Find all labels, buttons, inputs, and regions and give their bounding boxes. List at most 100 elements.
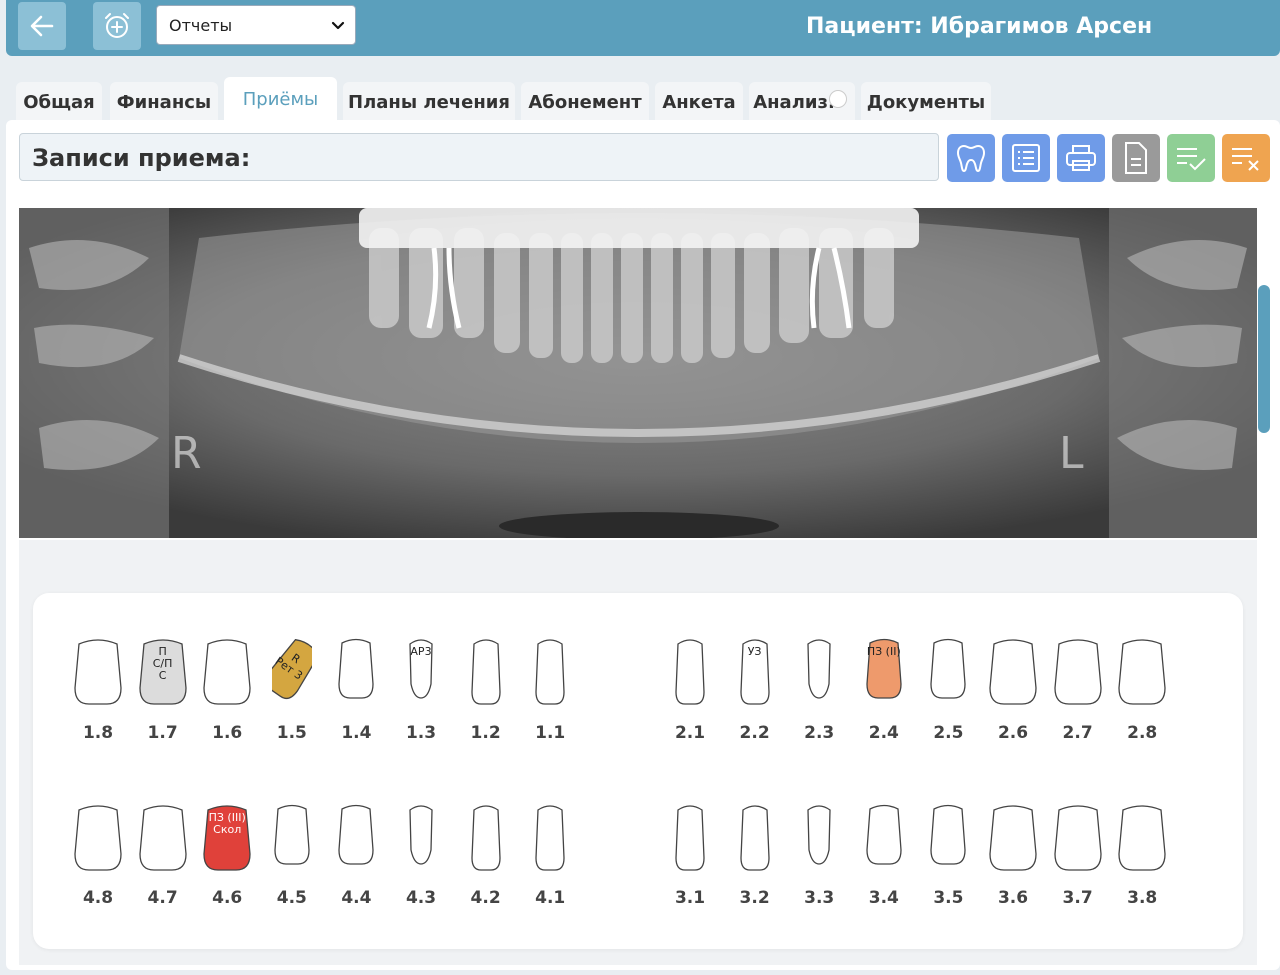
reports-select-value: Отчеты	[169, 15, 233, 35]
tooth-2-5[interactable]	[928, 638, 968, 700]
tooth-number-label: 2.3	[804, 723, 835, 743]
tooth-shape	[1118, 805, 1166, 871]
add-reminder-button[interactable]	[93, 2, 141, 50]
tooth-shape	[1053, 639, 1102, 705]
tooth-4-2[interactable]	[469, 804, 503, 872]
tooth-mark: ПЗ (II)	[866, 645, 901, 658]
tooth-number-label: 4.5	[276, 888, 307, 908]
tooth-4-4[interactable]	[336, 804, 376, 866]
list-icon	[1012, 144, 1040, 172]
tooth-2-8[interactable]	[1117, 638, 1167, 706]
arrow-left-icon	[30, 15, 54, 37]
tooth-number-label: 1.2	[470, 723, 501, 743]
tooth-number-label: 1.4	[341, 723, 372, 743]
tooth-mark: АР3	[410, 645, 432, 658]
tooth-shape	[203, 639, 251, 705]
xray-right-marker: R	[171, 428, 202, 479]
confirm-list-button[interactable]	[1167, 134, 1215, 182]
reports-select[interactable]: Отчеты	[156, 5, 356, 45]
tooth-shape	[807, 805, 831, 865]
tooth-number-label: 2.7	[1062, 723, 1093, 743]
tooth-3-1[interactable]	[673, 804, 707, 872]
scrollbar-thumb[interactable]	[1258, 285, 1270, 433]
tooth-3-3[interactable]	[804, 804, 834, 866]
tooth-3-7[interactable]	[1053, 804, 1103, 872]
document-button[interactable]	[1112, 134, 1160, 182]
tooth-number-label: 2.2	[739, 723, 770, 743]
tooth-shape	[338, 804, 375, 865]
print-button[interactable]	[1057, 134, 1105, 182]
tooth-4-5[interactable]	[272, 804, 312, 866]
tooth-2-1[interactable]	[673, 638, 707, 706]
tooth-4-8[interactable]	[73, 804, 123, 872]
tooth-number-label: 4.7	[147, 888, 178, 908]
tooth-number-label: 3.5	[933, 888, 964, 908]
tab-subscription[interactable]: Абонемент	[521, 82, 649, 122]
tab-questionnaire[interactable]: Анкета	[655, 82, 743, 122]
tooth-3-2[interactable]	[738, 804, 772, 872]
tooth-1-8[interactable]	[73, 638, 123, 706]
tab-appointments[interactable]: Приёмы	[224, 77, 337, 122]
tooth-4-1[interactable]	[533, 804, 567, 872]
alarm-plus-icon	[105, 13, 129, 38]
tooth-number-label: 3.8	[1127, 888, 1158, 908]
tooth-shape	[807, 639, 831, 699]
tooth-shape	[535, 639, 565, 705]
tooth-shape	[675, 805, 705, 871]
tab-label: Документы	[866, 91, 986, 113]
tooth-shape	[989, 639, 1037, 705]
tab-finance[interactable]: Финансы	[110, 82, 218, 122]
tooth-shape	[1118, 639, 1166, 705]
tab-documents[interactable]: Документы	[861, 82, 991, 122]
tooth-3-8[interactable]	[1117, 804, 1167, 872]
records-title: Записи приема:	[19, 133, 939, 181]
top-bar: Отчеты Пациент: Ибрагимов Арсен	[6, 0, 1280, 56]
tooth-shape	[739, 805, 770, 871]
tab-label: Абонемент	[528, 91, 642, 113]
tooth-2-6[interactable]	[988, 638, 1038, 706]
list-button[interactable]	[1002, 134, 1050, 182]
tab-treatment-plans[interactable]: Планы лечения	[343, 82, 515, 122]
tooth-shape	[930, 804, 967, 865]
tab-general[interactable]: Общая	[16, 82, 102, 122]
tooth-number-label: 3.2	[739, 888, 770, 908]
tooth-mark: УЗ	[747, 645, 762, 658]
tooth-4-3[interactable]	[406, 804, 436, 866]
tooth-3-4[interactable]	[864, 804, 904, 866]
tooth-1-4[interactable]	[336, 638, 376, 700]
tooth-shape	[1053, 805, 1102, 871]
list-remove-icon	[1232, 148, 1259, 171]
tooth-number-label: 4.1	[535, 888, 566, 908]
tooth-1-2[interactable]	[469, 638, 503, 706]
tooth-shape	[338, 638, 375, 699]
back-button[interactable]	[18, 2, 66, 50]
tooth-shape	[409, 805, 433, 865]
tab-label: Планы лечения	[348, 91, 510, 113]
tooth-number-label: 4.4	[341, 888, 372, 908]
clear-list-button[interactable]	[1222, 134, 1270, 182]
tooth-mark: ПЗ (III) Скол	[208, 811, 246, 836]
tooth-4-7[interactable]	[138, 804, 188, 872]
tooth-2-7[interactable]	[1053, 638, 1103, 706]
tooth-3-5[interactable]	[928, 804, 968, 866]
panoramic-xray-image: R L	[19, 208, 1257, 538]
tooth-number-label: 3.6	[997, 888, 1029, 908]
tooth-1-1[interactable]	[533, 638, 567, 706]
dental-chart-button[interactable]	[947, 134, 995, 182]
chevron-down-icon	[331, 21, 345, 30]
tooth-1-6[interactable]	[202, 638, 252, 706]
tooth-number-label: 1.5	[276, 723, 307, 743]
tooth-3-6[interactable]	[988, 804, 1038, 872]
tab-label: Общая	[23, 91, 95, 113]
tooth-number-label: 2.5	[933, 723, 964, 743]
tooth-shape	[535, 805, 565, 871]
tooth-number-label: 3.7	[1062, 888, 1093, 908]
tab-label: Приёмы	[242, 89, 319, 110]
patient-title: Пациент: Ибрагимов Арсен	[806, 14, 1153, 39]
tooth-number-label: 2.4	[868, 723, 899, 743]
tab-label: Финансы	[116, 91, 212, 113]
tooth-shape	[675, 639, 705, 705]
tooth-2-3[interactable]	[804, 638, 834, 700]
tooth-shape	[138, 805, 187, 871]
tab-analysis[interactable]: Анализ.	[749, 82, 855, 122]
